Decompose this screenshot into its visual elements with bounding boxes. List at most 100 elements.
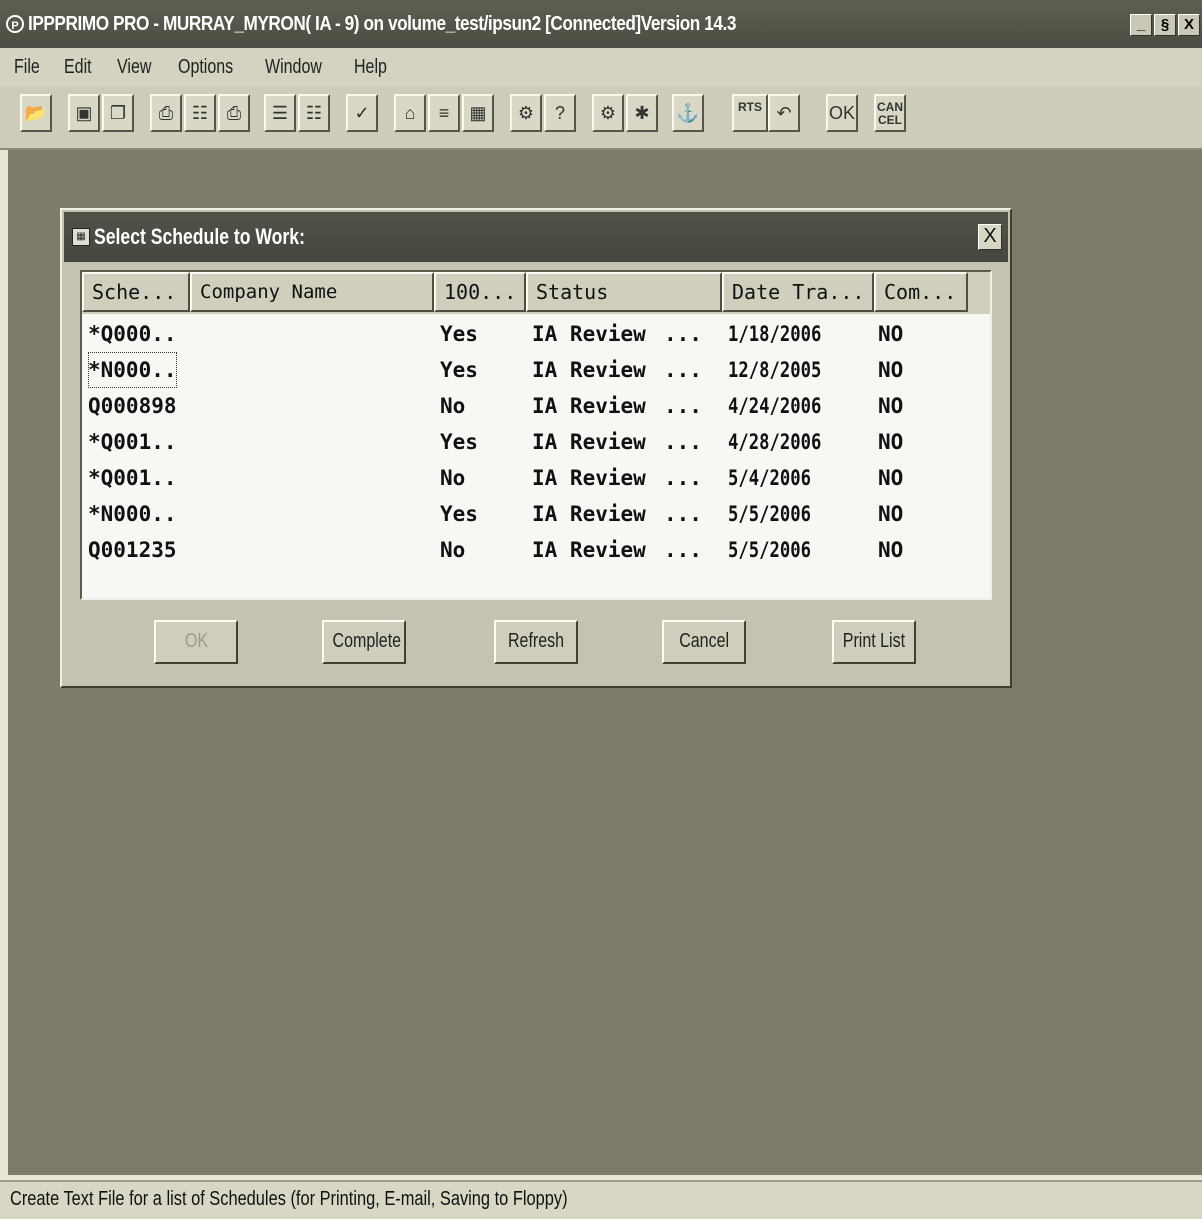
list-header: Sche... Company Name 100... Status Date … xyxy=(82,272,990,314)
column-header-company[interactable]: Company Name xyxy=(190,272,434,312)
cell-com: NO xyxy=(878,466,904,490)
cell-status: IA Review xyxy=(532,322,646,346)
menu-file[interactable]: File xyxy=(14,56,40,79)
save-icon[interactable]: ▣ xyxy=(68,94,100,132)
title-bar[interactable]: P IPPPRIMO PRO - MURRAY_MYRON( IA - 9) o… xyxy=(0,0,1202,48)
gear-icon[interactable]: ✱ xyxy=(626,94,658,132)
cell-date: 4/28/2006 xyxy=(728,430,822,454)
dialog-icon: ▦ xyxy=(72,228,90,246)
cell-status: IA Review xyxy=(532,430,646,454)
column-header-date[interactable]: Date Tra... xyxy=(722,272,874,312)
print-preview-icon[interactable]: ☷ xyxy=(184,94,216,132)
table-row[interactable]: *Q001.. Yes IA Review... 4/28/2006 NO xyxy=(82,424,990,460)
cell-com: NO xyxy=(878,538,904,562)
toolbar: 📂 ▣ ❐ ⎙ ☷ ⎙ ☰ ☷ ✓ ⌂ ≡ ▦ ⚙ ? ⚙ ✱ ⚓ RTS ↶ … xyxy=(0,86,1202,150)
help-icon[interactable]: ? xyxy=(544,94,576,132)
cell-dots: ... xyxy=(664,394,702,418)
cell-pct: Yes xyxy=(440,502,478,526)
undo-icon[interactable]: ↶ xyxy=(768,94,800,132)
cell-date: 12/8/2005 xyxy=(728,358,822,382)
open-icon[interactable]: 📂 xyxy=(20,94,52,132)
cell-dots: ... xyxy=(664,466,702,490)
minimize-button[interactable]: _ xyxy=(1130,14,1152,36)
cell-status: IA Review xyxy=(532,538,646,562)
cell-dots: ... xyxy=(664,322,702,346)
cell-com: NO xyxy=(878,358,904,382)
window-controls: _ § X xyxy=(1130,14,1200,36)
column-header-status[interactable]: Status xyxy=(526,272,722,312)
menu-window[interactable]: Window xyxy=(265,56,322,79)
list-icon[interactable]: ≡ xyxy=(428,94,460,132)
cell-date: 4/24/2006 xyxy=(728,394,822,418)
status-bar: Create Text File for a list of Schedules… xyxy=(0,1180,1202,1219)
refresh-button-label: Refresh xyxy=(507,630,565,652)
cell-schedule: Q001235 xyxy=(88,538,177,562)
table-row[interactable]: *Q000.. Yes IA Review... 1/18/2006 NO xyxy=(82,316,990,352)
complete-button[interactable]: Complete xyxy=(322,620,406,664)
home-icon[interactable]: ⌂ xyxy=(394,94,426,132)
status-text: Create Text File for a list of Schedules… xyxy=(10,1188,568,1210)
form2-icon[interactable]: ☷ xyxy=(298,94,330,132)
check-icon[interactable]: ✓ xyxy=(346,94,378,132)
ok-toolbar-button[interactable]: OK xyxy=(826,94,858,132)
cancel-label-bottom: CEL xyxy=(878,113,902,127)
column-header-schedule[interactable]: Sche... xyxy=(82,272,190,312)
column-header-com[interactable]: Com... xyxy=(874,272,968,312)
rts-button[interactable]: RTS xyxy=(732,94,768,132)
cell-status: IA Review xyxy=(532,358,646,382)
dialog-close-button[interactable]: X xyxy=(978,224,1002,250)
menu-help[interactable]: Help xyxy=(354,56,387,79)
schedule-list[interactable]: Sche... Company Name 100... Status Date … xyxy=(80,270,992,600)
table-row[interactable]: *N000.. Yes IA Review... 5/5/2006 NO xyxy=(82,496,990,532)
cell-com: NO xyxy=(878,430,904,454)
cancel-button[interactable]: Cancel xyxy=(662,620,746,664)
cell-dots: ... xyxy=(664,358,702,382)
cell-date: 1/18/2006 xyxy=(728,322,822,346)
cell-pct: Yes xyxy=(440,358,478,382)
table-row[interactable]: Q000898 No IA Review... 4/24/2006 NO xyxy=(82,388,990,424)
calendar-icon[interactable]: ▦ xyxy=(462,94,494,132)
cell-com: NO xyxy=(878,502,904,526)
table-row[interactable]: *N000.. Yes IA Review... 12/8/2005 NO xyxy=(82,352,990,388)
settings-icon[interactable]: ⚙ xyxy=(510,94,542,132)
cell-schedule: *Q001.. xyxy=(88,466,177,490)
complete-button-label: Complete xyxy=(332,630,402,652)
cancel-button-label: Cancel xyxy=(679,630,729,652)
cancel-toolbar-button[interactable]: CAN CEL xyxy=(874,94,906,132)
table-row[interactable]: *Q001.. No IA Review... 5/4/2006 NO xyxy=(82,460,990,496)
menu-edit[interactable]: Edit xyxy=(64,56,92,79)
cell-schedule: Q000898 xyxy=(88,394,177,418)
cell-pct: No xyxy=(440,466,466,490)
table-row[interactable]: Q001235 No IA Review... 5/5/2006 NO xyxy=(82,532,990,568)
print-icon[interactable]: ⎙ xyxy=(150,94,182,132)
form-icon[interactable]: ☰ xyxy=(264,94,296,132)
trash-icon[interactable]: ⚓ xyxy=(672,94,704,132)
cell-schedule: *N000.. xyxy=(88,352,177,388)
print-setup-icon[interactable]: ⎙ xyxy=(218,94,250,132)
close-window-button[interactable]: X xyxy=(1178,14,1200,36)
menu-view[interactable]: View xyxy=(117,56,151,79)
cell-pct: No xyxy=(440,538,466,562)
dialog-title-bar[interactable]: ▦ Select Schedule to Work: X xyxy=(64,212,1008,262)
cell-status: IA Review xyxy=(532,502,646,526)
cell-schedule: *Q001.. xyxy=(88,430,177,454)
app-icon: P xyxy=(6,15,24,33)
select-schedule-dialog: ▦ Select Schedule to Work: X Sche... Com… xyxy=(60,208,1012,688)
cell-date: 5/4/2006 xyxy=(728,466,811,490)
copy-icon[interactable]: ❐ xyxy=(102,94,134,132)
print-list-button[interactable]: Print List xyxy=(832,620,916,664)
cell-com: NO xyxy=(878,322,904,346)
cell-pct: Yes xyxy=(440,322,478,346)
maximize-button[interactable]: § xyxy=(1154,14,1176,36)
cell-com: NO xyxy=(878,394,904,418)
cell-date: 5/5/2006 xyxy=(728,502,811,526)
cell-status: IA Review xyxy=(532,394,646,418)
cell-pct: No xyxy=(440,394,466,418)
column-header-100[interactable]: 100... xyxy=(434,272,526,312)
print-list-button-label: Print List xyxy=(842,630,906,652)
window-title: IPPPRIMO PRO - MURRAY_MYRON( IA - 9) on … xyxy=(28,12,736,35)
cell-dots: ... xyxy=(664,502,702,526)
refresh-button[interactable]: Refresh xyxy=(494,620,578,664)
group-icon[interactable]: ⚙ xyxy=(592,94,624,132)
menu-options[interactable]: Options xyxy=(178,56,233,79)
